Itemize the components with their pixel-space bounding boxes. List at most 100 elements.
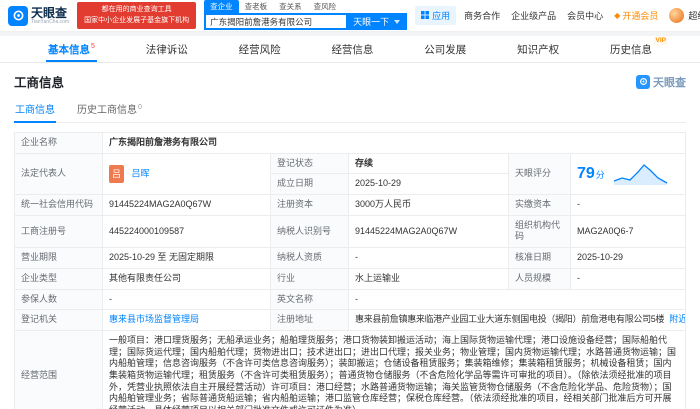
tab-company-development-label: 公司发展 (424, 43, 467, 56)
tab-basic-info-label: 基本信息 (48, 43, 90, 56)
search-tab-boss[interactable]: 查老板 (239, 0, 274, 13)
chevron-down-icon (394, 19, 401, 24)
score-label: 天眼评分 (508, 152, 571, 196)
subtab-business-registration[interactable]: 工商信息 (14, 98, 56, 123)
score-cell[interactable]: 79分 (570, 152, 686, 196)
table-row: 登记机关 惠来县市场监督管理局 注册地址 惠来县前詹镇惠来临港产业园工业大道东侧… (14, 309, 686, 331)
apps-button[interactable]: 应用 (415, 6, 457, 25)
top-header: 天眼查 TianYanCha.com 都在用的商业查询工具 国家中小企业发展子基… (0, 0, 700, 32)
table-row: 企业名称 广东揭阳前詹港务有限公司 (14, 132, 686, 154)
business-term: 2025-10-29 至 无固定期限 (102, 247, 271, 269)
link-enterprise-products[interactable]: 企业级产品 (511, 9, 556, 22)
reg-capital-label: 注册资本 (270, 194, 349, 216)
table-row: 营业期限 2025-10-29 至 无固定期限 纳税人资质 - 核准日期 202… (14, 247, 686, 269)
search-tab-risk[interactable]: 查风险 (308, 0, 343, 13)
vip-badge: VIP (654, 37, 667, 46)
legal-rep-avatar[interactable]: 吕 (109, 164, 124, 183)
company-name-label: 企业名称 (14, 132, 103, 154)
staff-size: - (570, 267, 686, 290)
search-tabs: 查企业 查老板 查关系 查风险 (204, 0, 407, 13)
company-type: 其他有限责任公司 (102, 267, 271, 290)
promo-line2: 国家中小企业发展子基金旗下机构 (84, 16, 190, 24)
search-button-label: 天眼一下 (353, 17, 390, 27)
business-info-table: 企业名称 广东揭阳前詹港务有限公司 法定代表人 吕 吕晖 登记状态 存续 天眼评… (14, 132, 686, 409)
tab-legal-proceedings-label: 法律诉讼 (145, 43, 188, 56)
legal-rep-link[interactable]: 吕晖 (132, 168, 150, 178)
registered-address-cell: 惠来县前詹镇惠来临港产业园工业大道东侧国电投（揭阳）前詹港电有限公司5楼附近公司 (348, 309, 686, 331)
industry-label: 行业 (270, 267, 349, 290)
promo-banner[interactable]: 都在用的商业查询工具 国家中小企业发展子基金旗下机构 (77, 1, 197, 30)
user-account[interactable]: 超级 (669, 8, 700, 23)
registry-authority-link[interactable]: 惠来县市场监督管理局 (109, 314, 199, 324)
english-name-label: 英文名称 (270, 288, 349, 311)
established-label: 成立日期 (270, 173, 349, 196)
status-label: 登记状态 (270, 152, 349, 175)
credit-code: 91445224MAG2A0Q67W (102, 194, 271, 216)
table-row: 经营范围 一般项目：港口理货服务；无船承运业务；船舶理货服务；港口货物装卸搬运活… (14, 329, 686, 409)
main-content: 工商信息 天眼查 工商信息 历史工商信息0 企业名称 广东揭阳前詹港务有限公司 … (0, 63, 700, 409)
user-label: 超级 (688, 11, 700, 21)
subtab-history-registration-label: 历史工商信息 (77, 105, 137, 116)
registered-address: 惠来县前詹镇惠来临港产业园工业大道东侧国电投（揭阳）前詹港电有限公司5楼 (355, 314, 665, 325)
section-title: 工商信息 (14, 76, 65, 90)
taxpayer-quality-label: 纳税人资质 (270, 247, 349, 269)
search-button[interactable]: 天眼一下 (346, 13, 408, 30)
reg-capital: 3000万人民币 (348, 194, 509, 216)
table-row: 参保人数 - 英文名称 - (14, 288, 686, 311)
open-vip-label: 开通会员 (622, 11, 659, 21)
registration-subtabs: 工商信息 历史工商信息0 (14, 98, 686, 123)
registration-status: 存续 (348, 152, 509, 175)
user-avatar (669, 8, 685, 23)
credit-code-label: 统一社会信用代码 (14, 194, 103, 216)
taxpayer-quality: - (348, 247, 509, 269)
tab-basic-info[interactable]: 基本信息 5 (46, 36, 97, 62)
tab-history-info-label: 历史信息 (609, 43, 652, 56)
nearby-companies-link[interactable]: 附近公司 (669, 314, 684, 324)
registry-authority: 惠来县市场监督管理局 (102, 309, 271, 331)
table-row: 统一社会信用代码 91445224MAG2A0Q67W 注册资本 3000万人民… (14, 194, 686, 216)
org-code: MAG2A0Q6-7 (570, 214, 686, 249)
link-member-center[interactable]: 会员中心 (567, 9, 603, 22)
tab-operating-info[interactable]: 经营信息 (329, 36, 375, 62)
score-value: 79 (577, 164, 595, 182)
tab-operational-risk-label: 经营风险 (238, 43, 281, 56)
tab-company-development[interactable]: 公司发展 (422, 36, 468, 62)
tab-operational-risk[interactable]: 经营风险 (237, 36, 283, 62)
tab-intellectual-property[interactable]: 知识产权 (515, 36, 561, 62)
business-term-label: 营业期限 (14, 247, 103, 269)
score-unit: 分 (595, 169, 605, 180)
link-business-cooperation[interactable]: 商务合作 (464, 9, 500, 22)
table-row: 企业类型 其他有限责任公司 行业 水上运输业 人员规模 - (14, 267, 686, 290)
logo-text: 天眼查 (31, 5, 68, 20)
staff-size-label: 人员规模 (508, 267, 571, 290)
taxpayer-id: 91445224MAG2A0Q67W (348, 214, 509, 249)
paid-capital: - (570, 194, 686, 216)
tab-intellectual-property-label: 知识产权 (517, 43, 560, 56)
org-code-label: 组织机构代码 (508, 214, 571, 249)
taxpayer-id-label: 纳税人识别号 (270, 214, 349, 249)
table-row: 法定代表人 吕 吕晖 登记状态 存续 天眼评分 79分 (14, 152, 686, 196)
subtab-history-registration[interactable]: 历史工商信息0 (76, 98, 143, 122)
paid-capital-label: 实缴资本 (508, 194, 571, 216)
business-scope-label: 经营范围 (14, 329, 103, 409)
company-nav-tabs: 基本信息 5 法律诉讼 经营风险 经营信息 公司发展 知识产权 历史信息 VIP (0, 36, 700, 63)
watermark-text: 天眼查 (653, 76, 686, 89)
subtab-business-registration-label: 工商信息 (15, 105, 55, 116)
apps-label: 应用 (432, 11, 451, 21)
search-tab-relation[interactable]: 查关系 (273, 0, 308, 13)
tianyancha-logo[interactable]: 天眼查 TianYanCha.com (8, 5, 69, 26)
link-open-vip[interactable]: ◆ 开通会员 (614, 9, 658, 22)
address-label: 注册地址 (270, 309, 349, 331)
reg-number: 445224000109587 (102, 214, 271, 249)
insured-count-label: 参保人数 (14, 288, 103, 311)
search-tab-company[interactable]: 查企业 (204, 0, 239, 13)
tab-history-info[interactable]: 历史信息 VIP (608, 36, 667, 62)
tab-legal-proceedings[interactable]: 法律诉讼 (144, 36, 190, 62)
promo-line1: 都在用的商业查询工具 (101, 5, 172, 13)
legal-rep-cell: 吕 吕晖 (102, 152, 271, 196)
insured-count: - (102, 288, 271, 311)
english-name: - (348, 288, 686, 311)
company-name: 广东揭阳前詹港务有限公司 (102, 132, 686, 154)
watermark-eye-icon (636, 74, 650, 89)
search-input[interactable] (204, 13, 347, 30)
